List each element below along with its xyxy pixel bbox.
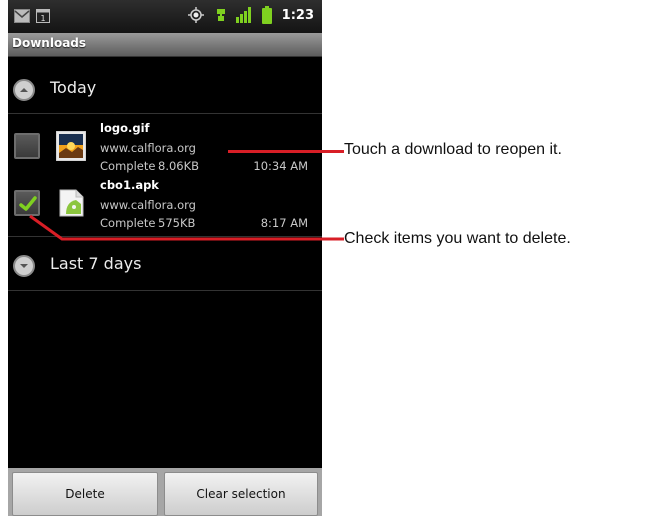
callout-connector [29, 214, 344, 241]
callout-delete-text: Check items you want to delete. [344, 230, 571, 247]
